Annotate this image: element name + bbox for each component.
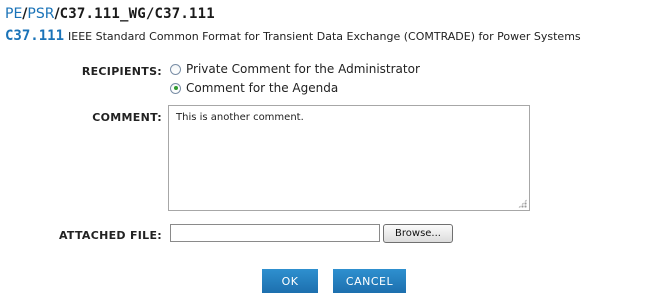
breadcrumb: PE/PSR/C37.111_WG/C37.111 — [5, 6, 215, 22]
radio-option-agenda[interactable]: Comment for the Agenda — [170, 81, 338, 95]
attached-file-label: ATTACHED FILE: — [58, 229, 162, 242]
radio-button-private[interactable] — [170, 63, 181, 75]
comment-label: COMMENT: — [92, 111, 162, 124]
standard-title: IEEE Standard Common Format for Transien… — [68, 30, 581, 43]
breadcrumb-link-psr[interactable]: PSR — [27, 6, 54, 22]
radio-option-private[interactable]: Private Comment for the Administrator — [170, 62, 420, 76]
resize-grip-icon[interactable] — [518, 199, 527, 208]
browse-button[interactable]: Browse... — [383, 224, 453, 243]
comment-text: This is another comment. — [176, 112, 304, 123]
comment-textarea[interactable]: This is another comment. — [168, 105, 530, 211]
standard-code: C37.111 — [5, 28, 65, 44]
breadcrumb-current: C37.111_WG/C37.111 — [59, 6, 215, 22]
radio-label-private: Private Comment for the Administrator — [186, 62, 420, 76]
radio-button-agenda[interactable] — [170, 82, 181, 94]
breadcrumb-link-pe[interactable]: PE — [5, 6, 22, 22]
radio-label-agenda: Comment for the Agenda — [186, 81, 339, 95]
cancel-button[interactable]: CANCEL — [333, 269, 406, 293]
ok-button[interactable]: OK — [262, 269, 318, 293]
recipients-label: RECIPIENTS: — [81, 65, 162, 78]
comment-form-page: PE/PSR/C37.111_WG/C37.111 C37.111 IEEE St… — [0, 0, 658, 293]
standard-header: C37.111 IEEE Standard Common Format for T… — [5, 28, 581, 44]
file-path-input[interactable] — [170, 224, 380, 242]
